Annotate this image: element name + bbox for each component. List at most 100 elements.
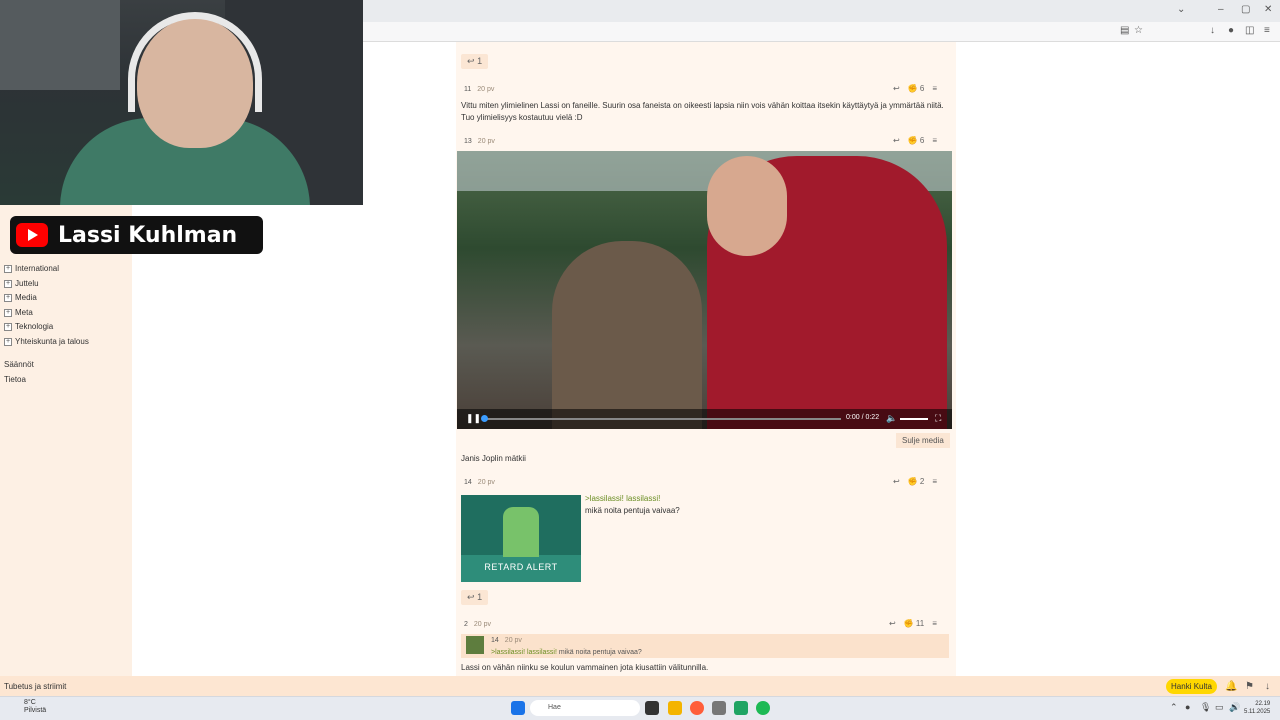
post-header: 14 20 pv <box>464 479 495 486</box>
spotify-icon[interactable] <box>756 701 770 715</box>
reply-arrow-icon: ↩ <box>467 592 475 602</box>
expand-icon[interactable]: + <box>4 337 12 346</box>
reply-count-button[interactable]: ↩ 1 <box>461 590 489 605</box>
bookmarks-icon[interactable]: ⚑ <box>1245 681 1254 692</box>
post-menu-icon[interactable]: ≡ <box>932 84 937 93</box>
network-icon[interactable]: ▭ <box>1215 702 1224 713</box>
sidebar-item-label[interactable]: Meta <box>15 308 33 317</box>
pause-icon[interactable]: ❚❚ <box>466 413 481 424</box>
post-number[interactable]: 11 <box>464 86 471 93</box>
extensions-icon[interactable]: ◫ <box>1245 25 1254 36</box>
sidebar-item-label[interactable]: International <box>15 264 59 273</box>
sidebar-item-label[interactable]: Media <box>15 293 37 302</box>
tray-app-icon[interactable]: ● <box>1185 702 1190 712</box>
post-body: Janis Joplin mätkii <box>461 454 526 463</box>
sidebar-item-label[interactable]: Yhteiskunta ja talous <box>15 337 89 346</box>
webcam-overlay <box>0 0 363 205</box>
start-icon[interactable] <box>511 701 525 715</box>
weather-widget[interactable]: 8°C Pilvistä <box>8 699 46 715</box>
reply-arrow-icon[interactable]: ↩ <box>893 84 900 93</box>
post-menu-icon[interactable]: ≡ <box>932 477 937 486</box>
reply-arrow-icon[interactable]: ↩ <box>893 136 900 145</box>
post-body: >lassilassi! lassilassi! mikä noita pent… <box>585 494 680 515</box>
scroll-down-icon[interactable]: ↓ <box>1265 681 1270 692</box>
maximize-button[interactable]: ▢ <box>1241 4 1250 15</box>
video-progress-knob[interactable] <box>481 415 488 422</box>
video-time: 0:00 / 0:22 <box>846 414 880 421</box>
sidebar-item-media[interactable]: + Media <box>4 293 37 302</box>
current-board-label[interactable]: Tubetus ja striimit <box>4 682 66 691</box>
quote-header: 14 20 pv <box>491 637 522 644</box>
post-actions: ↩ ✊ 6 ≡ <box>893 84 937 93</box>
post-menu-icon[interactable]: ≡ <box>932 619 937 628</box>
sidebar-item-teknologia[interactable]: + Teknologia <box>4 322 53 331</box>
speaker-icon[interactable]: 🔊 <box>1229 702 1240 713</box>
sidebar-item-yhteiskunta[interactable]: + Yhteiskunta ja talous <box>4 337 89 346</box>
upvote-button[interactable]: ✊ 6 <box>908 136 925 145</box>
info-link[interactable]: Tietoa <box>4 375 26 384</box>
greentext-line: >lassilassi! lassilassi! <box>585 494 661 503</box>
browser-icon[interactable] <box>690 701 704 715</box>
post-age: 20 pv <box>477 86 495 93</box>
minimize-button[interactable]: – <box>1218 4 1224 15</box>
taskbar-search[interactable]: Hae <box>530 700 640 716</box>
post-body: Lassi on vähän niinku se koulun vammaine… <box>461 663 709 672</box>
reader-mode-icon[interactable]: ▤ <box>1120 25 1129 36</box>
video-frame-face <box>707 156 787 256</box>
download-icon[interactable]: ↓ <box>1210 25 1215 36</box>
post-menu-icon[interactable]: ≡ <box>932 136 937 145</box>
expand-icon[interactable]: + <box>4 322 12 331</box>
post-number[interactable]: 14 <box>464 479 472 486</box>
menu-icon[interactable]: ≡ <box>1264 25 1270 36</box>
tray-chevron-icon[interactable]: ⌃ <box>1170 702 1178 713</box>
task-view-icon[interactable] <box>645 701 659 715</box>
channel-name: Lassi Kuhlman <box>58 222 238 248</box>
sidebar-item-meta[interactable]: + Meta <box>4 308 33 317</box>
post-number[interactable]: 13 <box>464 138 472 145</box>
volume-slider[interactable] <box>900 418 928 420</box>
close-window-button[interactable]: ✕ <box>1264 4 1272 15</box>
rules-link[interactable]: Säännöt <box>4 360 34 369</box>
tab-list-chevron-icon[interactable]: ⌄ <box>1177 4 1185 15</box>
post-image[interactable]: RETARD ALERT <box>461 495 581 582</box>
expand-icon[interactable]: + <box>4 293 12 302</box>
microphone-icon[interactable]: 🎙 <box>1200 702 1211 713</box>
sidebar-item-label[interactable]: Juttelu <box>15 279 39 288</box>
upvote-button[interactable]: ✊ 6 <box>908 84 925 93</box>
app-icon[interactable] <box>712 701 726 715</box>
video-controls: ❚❚ 0:00 / 0:22 🔈 ⛶ <box>457 409 952 429</box>
chat-app-icon[interactable] <box>734 701 748 715</box>
notifications-icon[interactable]: 🔔 <box>1225 681 1237 692</box>
post-header: 2 20 pv <box>464 621 491 628</box>
channel-badge: Lassi Kuhlman <box>10 216 263 254</box>
post-number[interactable]: 2 <box>464 621 468 628</box>
sidebar-item-label[interactable]: Teknologia <box>15 322 53 331</box>
expand-icon[interactable]: + <box>4 308 12 317</box>
video-progress-bar[interactable] <box>483 418 841 420</box>
upvote-button[interactable]: ✊ 2 <box>908 477 925 486</box>
post-header: 13 20 pv <box>464 138 495 145</box>
expand-icon[interactable]: + <box>4 264 12 273</box>
reply-count-button[interactable]: ↩ 1 <box>461 54 489 69</box>
video-player[interactable]: ❚❚ 0:00 / 0:22 🔈 ⛶ <box>457 151 952 429</box>
reply-arrow-icon[interactable]: ↩ <box>893 477 900 486</box>
close-media-button[interactable]: Sulje media <box>896 433 950 448</box>
volume-icon[interactable]: 🔈 <box>886 413 897 424</box>
profile-icon[interactable]: ● <box>1228 25 1234 36</box>
post-actions: ↩ ✊ 6 ≡ <box>893 136 937 145</box>
sidebar-item-international[interactable]: + International <box>4 264 59 273</box>
image-figure <box>503 507 539 557</box>
sidebar-item-juttelu[interactable]: + Juttelu <box>4 279 39 288</box>
forum-bottom-bar <box>0 676 1280 696</box>
post-age: 20 pv <box>473 621 492 628</box>
system-clock[interactable]: 22.19 5.11.2025 <box>1244 700 1270 716</box>
bookmark-star-icon[interactable]: ☆ <box>1134 25 1143 36</box>
post-header: 11 20 pv <box>464 86 494 93</box>
fullscreen-icon[interactable]: ⛶ <box>935 413 941 424</box>
file-explorer-icon[interactable] <box>668 701 682 715</box>
expand-icon[interactable]: + <box>4 279 12 288</box>
post-actions: ↩ ✊ 11 ≡ <box>889 619 937 628</box>
get-gold-button[interactable]: Hanki Kulta <box>1166 679 1217 694</box>
upvote-button[interactable]: ✊ 11 <box>904 619 925 628</box>
reply-arrow-icon[interactable]: ↩ <box>889 619 896 628</box>
